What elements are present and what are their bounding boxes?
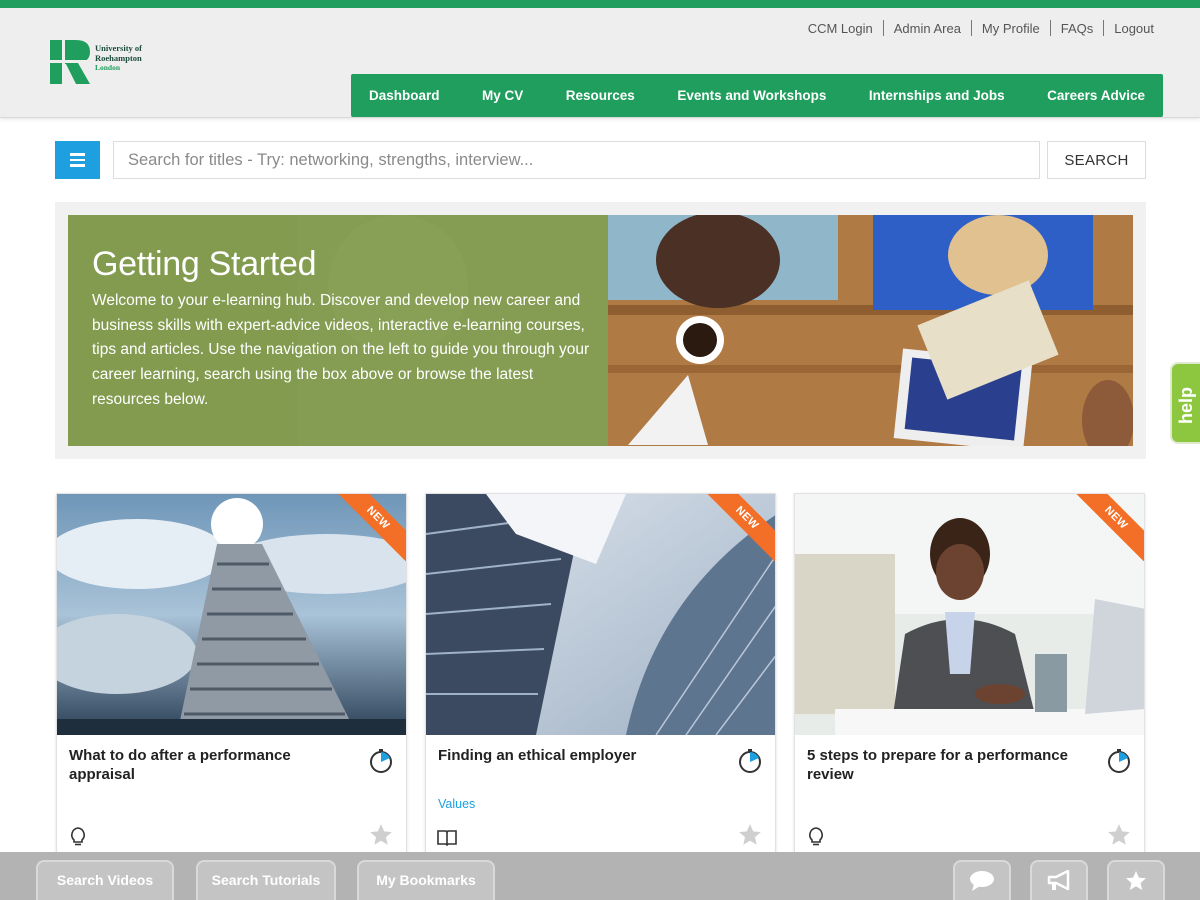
- faqs-link[interactable]: FAQs: [1051, 21, 1104, 36]
- banner-inner: Getting Started Welcome to your e-learni…: [68, 215, 1133, 446]
- card-title[interactable]: What to do after a performance appraisal: [69, 746, 349, 784]
- nav-careers-advice[interactable]: Careers Advice: [1047, 88, 1145, 103]
- site-header: University of Roehampton London CCM Logi…: [0, 8, 1200, 118]
- card-image: [795, 494, 1144, 735]
- stopwatch-icon: [370, 749, 392, 773]
- my-bookmarks-button[interactable]: My Bookmarks: [357, 860, 495, 900]
- my-profile-link[interactable]: My Profile: [972, 21, 1050, 36]
- search-bar: SEARCH: [55, 141, 1146, 179]
- search-input[interactable]: [113, 141, 1040, 179]
- card-image: [57, 494, 406, 735]
- logo-line-1: University of: [95, 43, 142, 53]
- nav-internships-and-jobs[interactable]: Internships and Jobs: [869, 88, 1005, 103]
- nav-resources[interactable]: Resources: [566, 88, 635, 103]
- card-title[interactable]: 5 steps to prepare for a performance rev…: [807, 746, 1087, 784]
- star-icon[interactable]: [1106, 822, 1132, 848]
- logo-r-icon: [48, 38, 92, 86]
- nav-my-cv[interactable]: My CV: [482, 88, 523, 103]
- chat-icon[interactable]: [953, 860, 1011, 900]
- search-tutorials-button[interactable]: Search Tutorials: [196, 860, 336, 900]
- help-label: help: [1176, 386, 1196, 424]
- admin-area-link[interactable]: Admin Area: [884, 21, 971, 36]
- university-logo[interactable]: University of Roehampton London: [48, 38, 168, 88]
- card-tag-link[interactable]: Values: [438, 797, 475, 811]
- main-navigation: Dashboard My CV Resources Events and Wor…: [351, 74, 1163, 117]
- megaphone-icon[interactable]: [1030, 860, 1088, 900]
- search-button[interactable]: SEARCH: [1047, 141, 1146, 179]
- logo-wordmark: University of Roehampton London: [95, 43, 142, 73]
- banner-description: Welcome to your e-learning hub. Discover…: [92, 292, 590, 408]
- logo-line-3: London: [95, 63, 121, 72]
- nav-dashboard[interactable]: Dashboard: [369, 88, 440, 103]
- ccm-login-link[interactable]: CCM Login: [798, 21, 883, 36]
- resource-card[interactable]: NEW 5 steps to prepare for a performance…: [794, 493, 1145, 863]
- lightbulb-icon: [809, 827, 823, 846]
- book-icon: [437, 830, 457, 847]
- card-title[interactable]: Finding an ethical employer: [438, 746, 718, 765]
- help-tab[interactable]: help: [1170, 362, 1200, 444]
- bottom-toolbar: Search Videos Search Tutorials My Bookma…: [0, 852, 1200, 900]
- utility-links: CCM Login Admin Area My Profile FAQs Log…: [798, 20, 1164, 36]
- star-icon[interactable]: [1107, 860, 1165, 900]
- stopwatch-icon: [739, 749, 761, 773]
- logo-line-2: Roehampton: [95, 53, 142, 63]
- card-image: [426, 494, 775, 735]
- resource-card[interactable]: NEW Finding an ethical employer Values: [425, 493, 776, 863]
- banner-title: Getting Started: [92, 245, 317, 283]
- nav-events-and-workshops[interactable]: Events and Workshops: [677, 88, 826, 103]
- top-accent-strip: [0, 0, 1200, 8]
- lightbulb-icon: [71, 827, 85, 846]
- star-icon[interactable]: [737, 822, 763, 848]
- search-videos-button[interactable]: Search Videos: [36, 860, 174, 900]
- getting-started-banner: Getting Started Welcome to your e-learni…: [55, 202, 1146, 459]
- stopwatch-icon: [1108, 749, 1130, 773]
- hamburger-icon[interactable]: [55, 141, 100, 179]
- logout-link[interactable]: Logout: [1104, 21, 1164, 36]
- star-icon[interactable]: [368, 822, 394, 848]
- resource-card[interactable]: NEW What to do after a performance appra…: [56, 493, 407, 863]
